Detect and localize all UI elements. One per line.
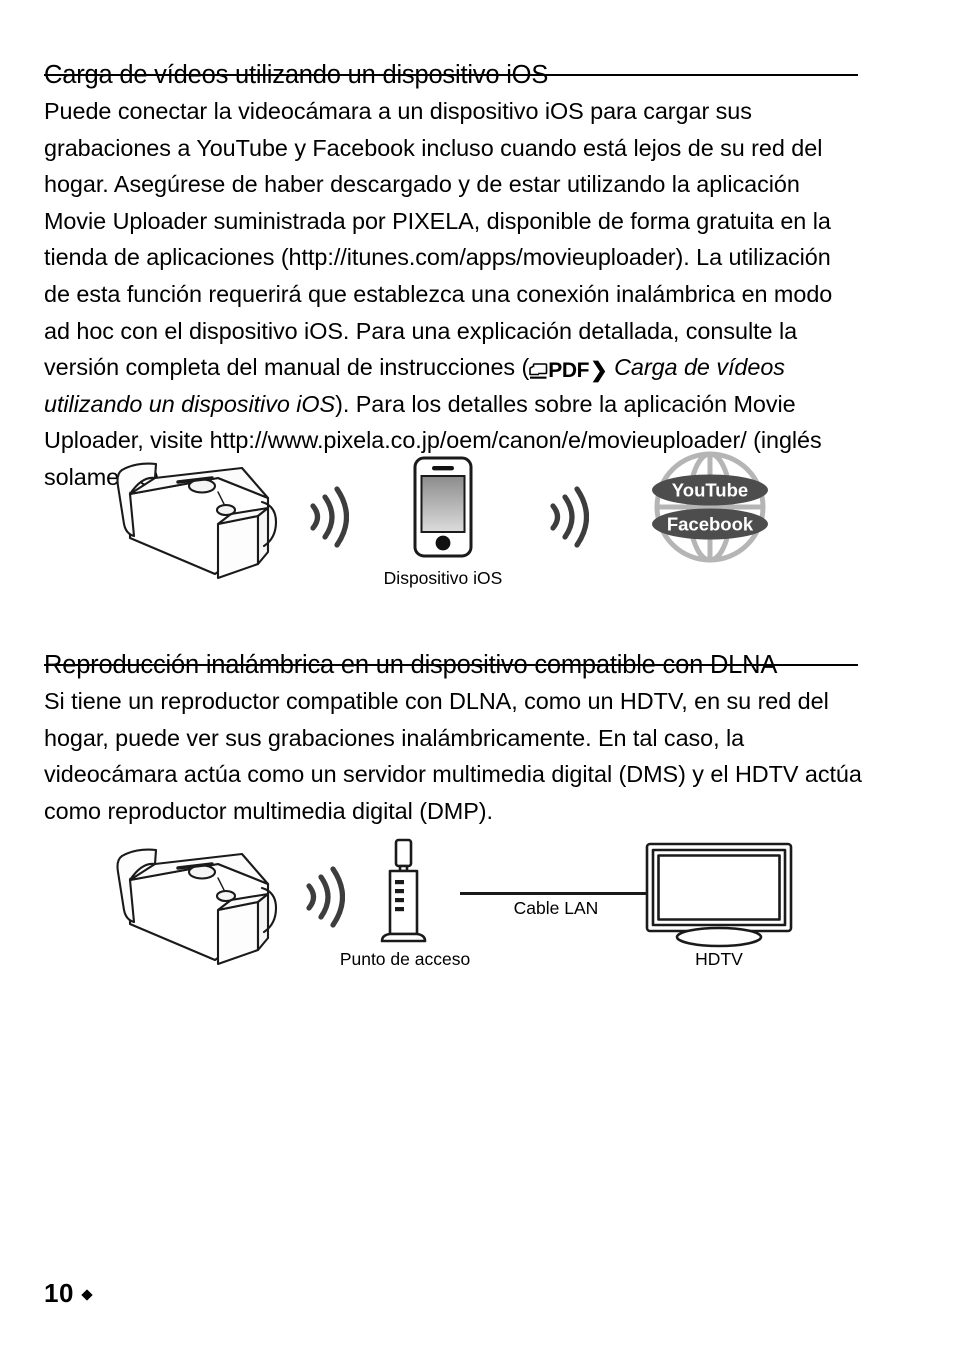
paragraph-dlna-playback: Si tiene un reproductor compatible con D… xyxy=(44,688,862,824)
figure-caption-hdtv: HDTV xyxy=(695,949,743,969)
page-number-value: 10 xyxy=(44,1278,74,1308)
paragraph-ios-upload: Puede conectar la videocámara a un dispo… xyxy=(44,93,862,496)
heading-rule-dlna-playback xyxy=(44,664,858,666)
wifi-waves-icon-camcorder-to-phone xyxy=(310,486,349,548)
heading-rule-ios-upload xyxy=(44,74,858,76)
lan-cable-line xyxy=(460,892,651,895)
hdtv-illustration xyxy=(645,842,793,948)
ios-device-illustration xyxy=(413,456,473,558)
paragraph-ios-upload-part1: Puede conectar la videocámara a un dispo… xyxy=(44,98,833,381)
figure-caption-cable-lan: Cable LAN xyxy=(513,898,599,918)
figure-caption-access-point: Punto de acceso xyxy=(339,949,471,969)
figure-dlna-diagram: Punto de acceso Cable LAN HDTV xyxy=(100,838,860,988)
camcorder-illustration xyxy=(116,462,278,580)
document-page: Carga de vídeos utilizando un dispositiv… xyxy=(0,0,954,1345)
access-point-illustration xyxy=(380,838,427,943)
wifi-waves-icon-camcorder-to-access-point xyxy=(306,866,345,928)
figure-caption-ios-device: Dispositivo iOS xyxy=(383,568,503,588)
globe-label-text-facebook: Facebook xyxy=(667,514,754,535)
pdf-reference-badge: PDF❯ xyxy=(529,358,608,383)
figure-ios-upload-diagram: Dispositivo iOS YouTube Facebook xyxy=(100,448,860,608)
pdf-badge-arrow-icon: ❯ xyxy=(590,359,608,383)
camcorder-illustration-dlna xyxy=(116,848,278,966)
globe-social-services-illustration: YouTube Facebook xyxy=(652,451,768,563)
globe-label-text-youtube: YouTube xyxy=(672,480,748,501)
pdf-badge-label: PDF xyxy=(548,359,590,383)
pdf-monitor-icon xyxy=(529,363,548,380)
page-number-diamond-icon xyxy=(81,1289,93,1301)
page-number: 10 xyxy=(44,1278,93,1309)
wifi-waves-icon-phone-to-internet xyxy=(550,486,589,548)
